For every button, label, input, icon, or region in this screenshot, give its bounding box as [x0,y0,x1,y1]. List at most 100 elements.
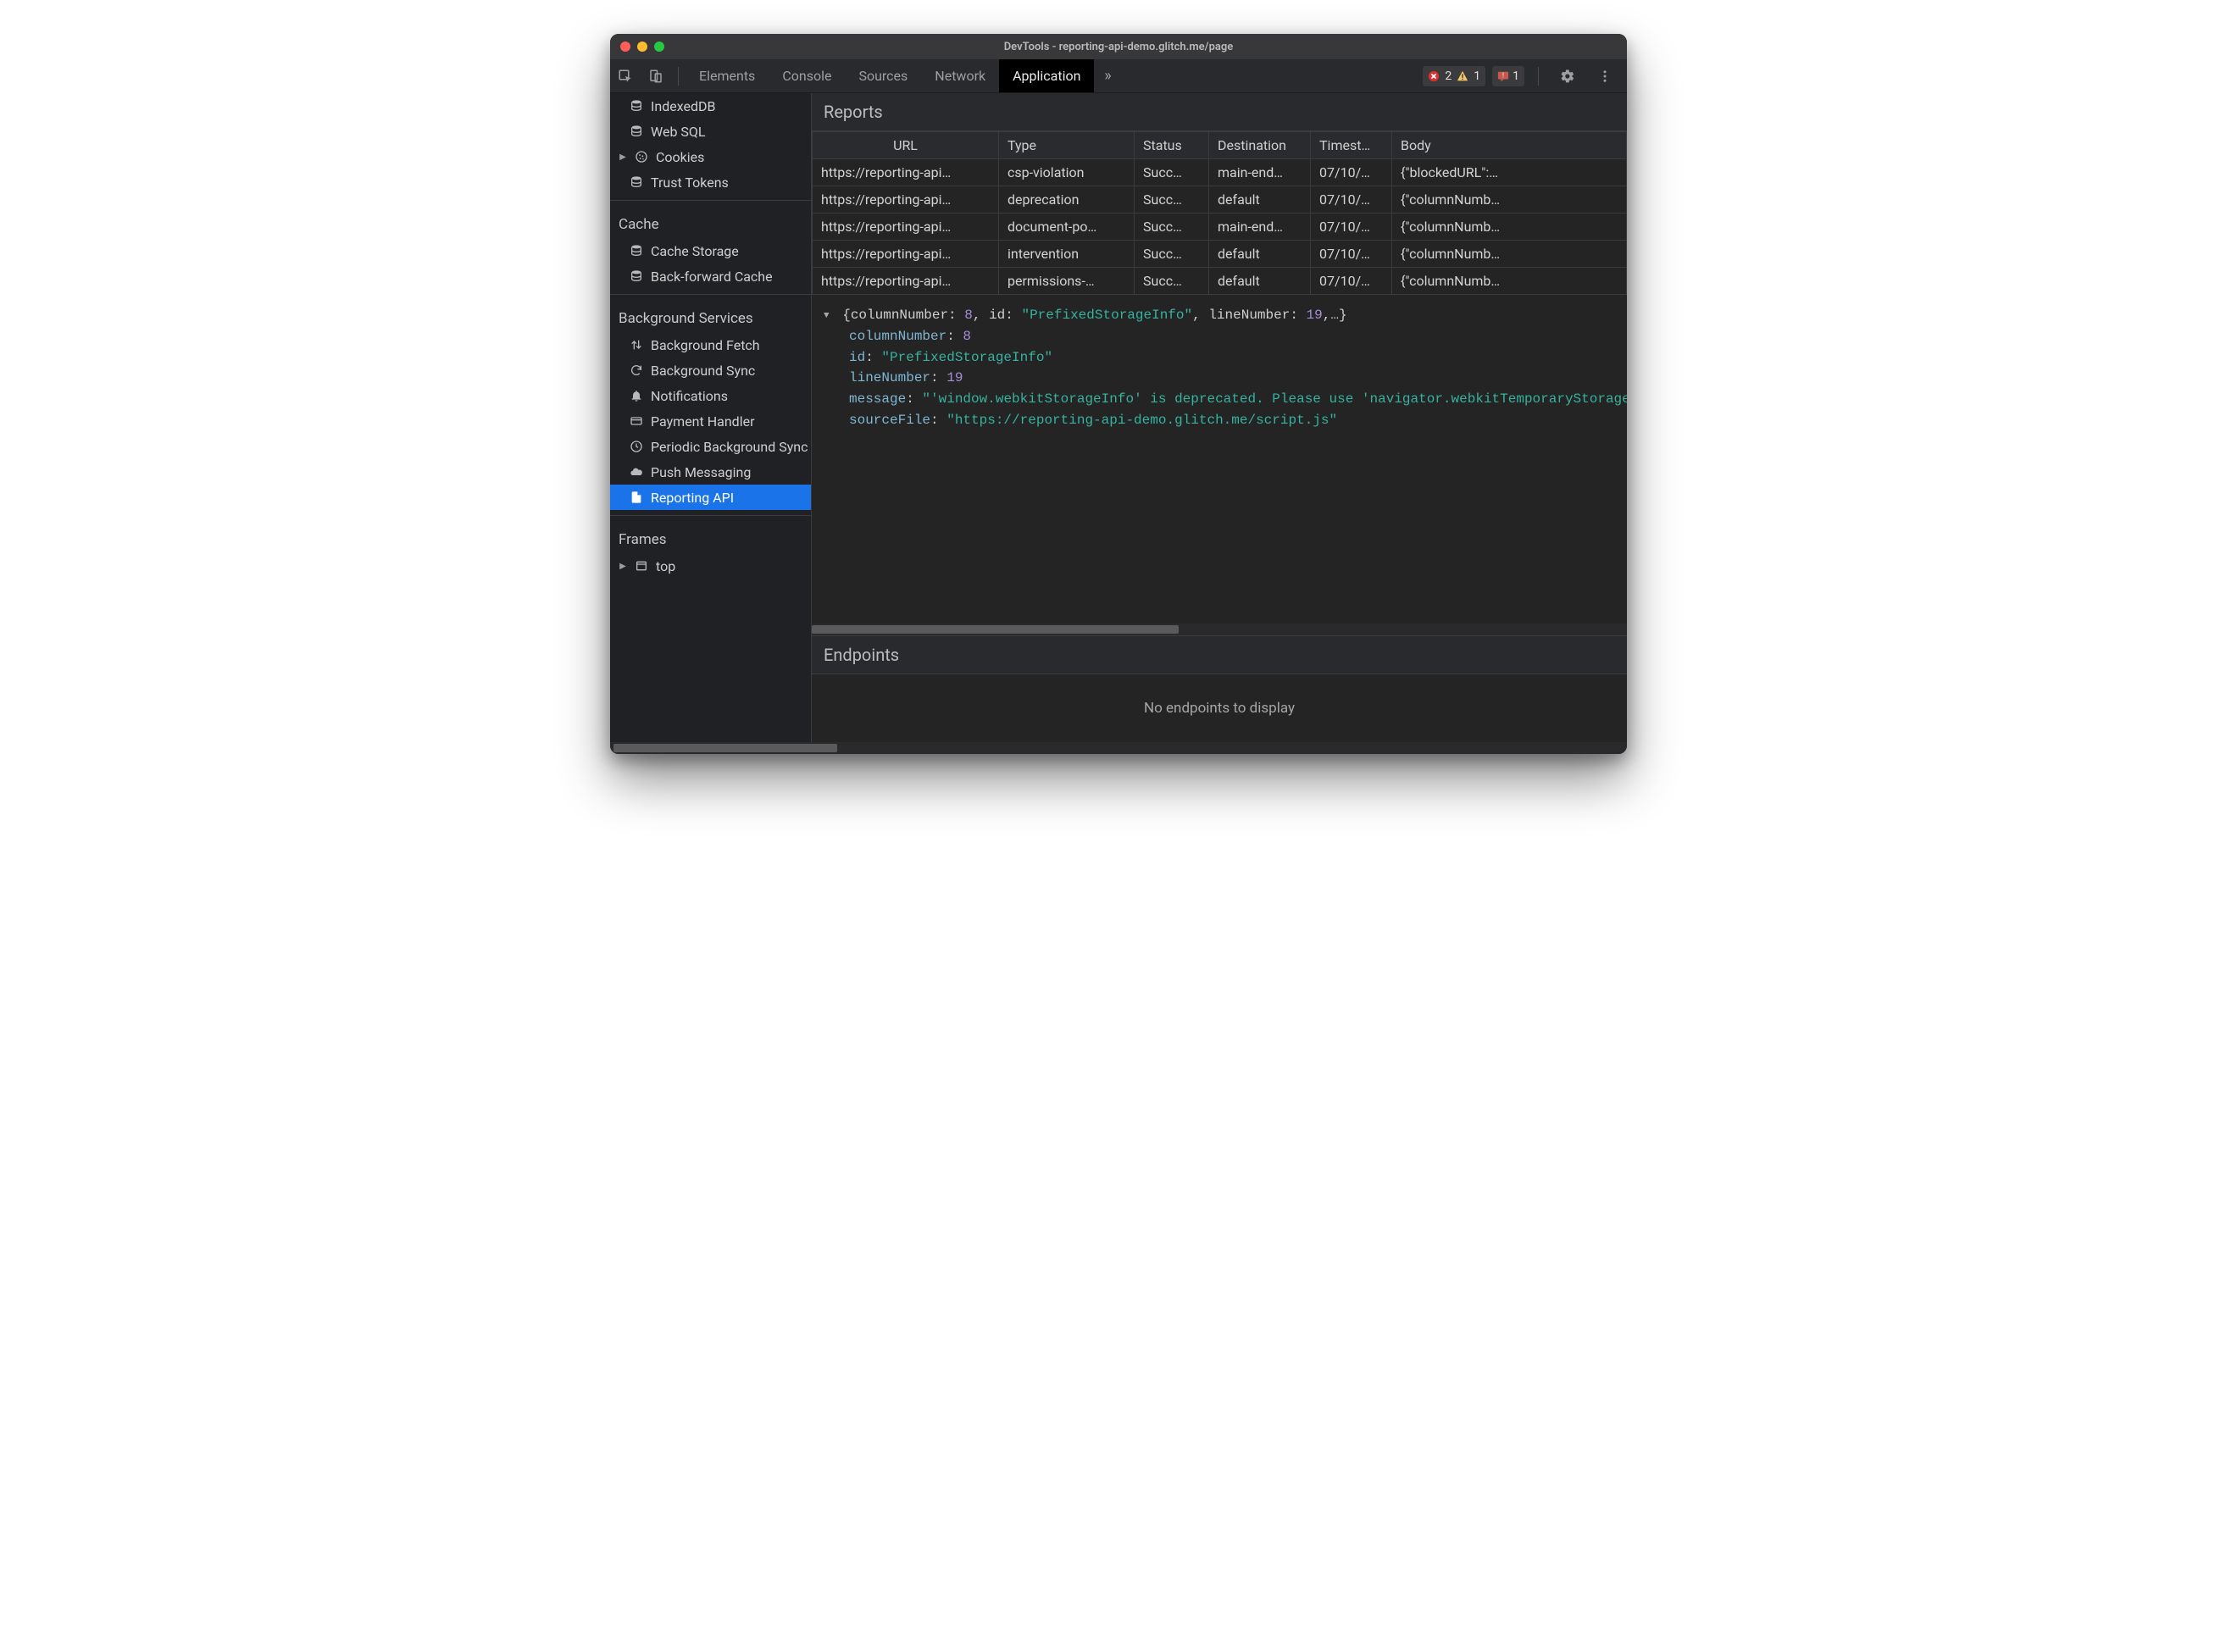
table-row[interactable]: https://reporting-api…document-po…Succ…m… [813,213,1627,241]
tab-label: Console [782,68,831,84]
cell-url: https://reporting-api… [813,241,999,268]
sidebar-divider [610,200,811,201]
sidebar-item-push-messaging[interactable]: Push Messaging [610,459,811,485]
window-horizontal-scrollbar[interactable] [610,742,1627,754]
cell-url: https://reporting-api… [813,186,999,213]
cell-timestamp: 07/10/… [1311,159,1392,186]
table-row[interactable]: https://reporting-api…deprecationSucc…de… [813,186,1627,213]
cell-timestamp: 07/10/… [1311,186,1392,213]
window-title: DevTools - reporting-api-demo.glitch.me/… [610,41,1627,53]
cell-body: {"columnNumb… [1392,241,1627,268]
issues-count: 1 [1513,69,1519,83]
sidebar-item-web-sql[interactable]: Web SQL [610,119,811,144]
inspect-element-icon[interactable] [610,61,641,91]
sidebar-item-notifications[interactable]: Notifications [610,383,811,408]
table-row[interactable]: https://reporting-api…permissions-…Succ…… [813,268,1627,295]
tab-label: Application [1013,68,1080,84]
window-controls [620,42,664,52]
svg-text:!: ! [1502,71,1504,79]
cell-timestamp: 07/10/… [1311,268,1392,295]
sidebar-item-trust-tokens[interactable]: Trust Tokens [610,169,811,195]
cloud-icon [629,464,644,480]
sidebar-item-periodic-background-sync[interactable]: Periodic Background Sync [610,434,811,459]
tab-application[interactable]: Application [999,59,1094,92]
cell-type: csp-violation [999,159,1135,186]
detail-row-sourceFile: sourceFile: "https://reporting-api-demo.… [824,410,1615,431]
tab-sources[interactable]: Sources [845,59,921,92]
error-count: 2 [1445,69,1452,83]
devtools-window: DevTools - reporting-api-demo.glitch.me/… [610,34,1627,754]
reporting-api-panel: Reports URL Type Status Destination Time… [812,93,1627,742]
endpoints-section: Endpoints No endpoints to display [812,635,1627,742]
sidebar-item-cache-storage[interactable]: Cache Storage [610,238,811,263]
cell-url: https://reporting-api… [813,268,999,295]
sidebar-item-label: IndexedDB [651,98,715,114]
close-window-button[interactable] [620,42,630,52]
device-toolbar-icon[interactable] [641,61,671,91]
col-timestamp[interactable]: Timest… [1311,132,1392,159]
settings-icon[interactable] [1552,61,1583,91]
expand-arrow-icon[interactable]: ▶ [619,152,627,162]
db-icon [629,269,644,284]
sidebar-item-label: Push Messaging [651,464,751,480]
sidebar-item-label: Web SQL [651,124,706,140]
tree-expand-icon[interactable]: ▼ [824,309,830,324]
more-tabs-button[interactable]: » [1094,67,1121,85]
col-body[interactable]: Body [1392,132,1627,159]
cell-type: permissions-… [999,268,1135,295]
zoom-window-button[interactable] [654,42,664,52]
sidebar-item-cookies[interactable]: ▶ Cookies [610,144,811,169]
col-url[interactable]: URL [813,132,999,159]
tab-network[interactable]: Network [921,59,999,92]
sidebar-item-label: Payment Handler [651,413,755,430]
sidebar-divider [610,515,811,516]
endpoints-empty-text: No endpoints to display [812,674,1627,742]
toolbar: Elements Console Sources Network Applica… [610,59,1627,93]
table-row[interactable]: https://reporting-api…csp-violationSucc…… [813,159,1627,186]
report-detail-pane[interactable]: ▼ {columnNumber: 8, id: "PrefixedStorage… [812,295,1627,624]
sidebar-item-label: Periodic Background Sync [651,439,808,455]
cell-destination: default [1209,268,1311,295]
tab-label: Network [935,68,985,84]
col-destination[interactable]: Destination [1209,132,1311,159]
endpoints-section-title: Endpoints [812,636,1627,674]
sidebar-item-label: Trust Tokens [651,175,729,191]
cell-body: {"blockedURL":… [1392,159,1627,186]
card-icon [629,413,644,429]
tab-label: Sources [858,68,908,84]
error-icon [1428,70,1440,82]
db-icon [629,175,644,190]
sidebar-item-label: Reporting API [651,490,734,506]
updown-icon [629,337,644,352]
tab-elements[interactable]: Elements [686,59,769,92]
issues-icon: ! [1497,70,1509,82]
panel-tabs: Elements Console Sources Network Applica… [686,59,1094,92]
application-sidebar[interactable]: IndexedDB Web SQL ▶ Cookies Trust Tokens Cac… [610,93,812,742]
table-row[interactable]: https://reporting-api…interventionSucc…d… [813,241,1627,268]
cell-type: document-po… [999,213,1135,241]
col-status[interactable]: Status [1135,132,1209,159]
cell-body: {"columnNumb… [1392,186,1627,213]
detail-horizontal-scrollbar[interactable] [812,624,1627,635]
sidebar-item-label: Cookies [656,149,704,165]
sidebar-item-reporting-api[interactable]: Reporting API [610,485,811,510]
sidebar-item-background-sync[interactable]: Background Sync [610,358,811,383]
col-type[interactable]: Type [999,132,1135,159]
cell-type: deprecation [999,186,1135,213]
sidebar-item-background-fetch[interactable]: Background Fetch [610,332,811,358]
issues-badge[interactable]: ! 1 [1492,66,1524,86]
minimize-window-button[interactable] [637,42,647,52]
cell-body: {"columnNumb… [1392,268,1627,295]
expand-arrow-icon[interactable]: ▶ [619,562,627,571]
cell-status: Succ… [1135,186,1209,213]
sidebar-item-top[interactable]: ▶top [610,553,811,579]
kebab-menu-icon[interactable] [1590,61,1620,91]
sidebar-item-label: Background Sync [651,363,755,379]
sidebar-item-indexeddb[interactable]: IndexedDB [610,93,811,119]
reports-section-title: Reports [812,93,1627,131]
sidebar-item-payment-handler[interactable]: Payment Handler [610,408,811,434]
sidebar-item-back-forward-cache[interactable]: Back-forward Cache [610,263,811,289]
tab-console[interactable]: Console [769,59,845,92]
console-issues-badge[interactable]: 2 1 [1423,66,1485,86]
detail-row-columnNumber: columnNumber: 8 [824,326,1615,347]
